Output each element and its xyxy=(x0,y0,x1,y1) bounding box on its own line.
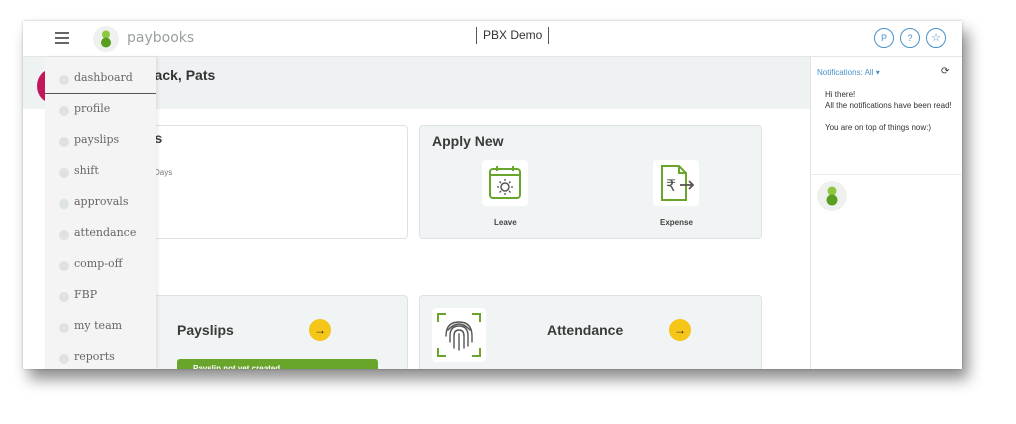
bullet-icon xyxy=(59,199,69,209)
sidebar-item-label: attendance xyxy=(74,226,137,239)
rupee-document-icon: ₹ xyxy=(661,165,695,201)
days-label: Days xyxy=(154,168,173,177)
bullet-icon xyxy=(59,354,69,364)
attendance-arrow-button[interactable]: → xyxy=(669,319,691,341)
notifications-label: Notifications: xyxy=(817,68,863,77)
app-window: paybooks PBX Demo P ? ☆ back, Pats ns Da… xyxy=(23,21,962,369)
all-read-text: All the notifications have been read! xyxy=(825,101,952,110)
sidebar-item-reports[interactable]: reports xyxy=(45,342,156,369)
attendance-tile[interactable] xyxy=(432,308,486,362)
greeting-text: Hi there! xyxy=(825,90,856,99)
paybooks-logo-icon xyxy=(93,26,119,52)
payslips-arrow-button[interactable]: → xyxy=(309,319,331,341)
attendance-card: Attendance → xyxy=(419,295,762,369)
paybooks-logo-icon xyxy=(817,181,847,211)
divider xyxy=(811,174,962,175)
apply-new-card: Apply New Leave ₹ Expense xyxy=(419,125,762,239)
sidebar-item-payslips[interactable]: payslips xyxy=(45,125,156,156)
sidebar-item-dashboard[interactable]: dashboard xyxy=(45,63,156,94)
sidebar-item-profile[interactable]: profile xyxy=(45,94,156,125)
notifications-panel: Notifications: All ▾ ⟳ Hi there! All the… xyxy=(810,57,962,369)
apply-new-title: Apply New xyxy=(432,133,504,149)
sidebar: dashboard profile payslips shift approva… xyxy=(45,57,156,369)
menu-icon[interactable] xyxy=(55,32,69,44)
sidebar-item-my-team[interactable]: my team xyxy=(45,311,156,342)
brand-name: paybooks xyxy=(127,30,195,46)
expense-label[interactable]: Expense xyxy=(660,218,693,227)
caret-down-icon: ▾ xyxy=(875,68,880,77)
payslips-title: Payslips xyxy=(177,322,234,338)
bullet-icon xyxy=(59,323,69,333)
sidebar-item-label: comp-off xyxy=(74,257,123,270)
calendar-sun-icon xyxy=(489,166,521,199)
leave-label[interactable]: Leave xyxy=(494,218,517,227)
profile-initial-icon[interactable]: P xyxy=(874,28,894,48)
svg-text:₹: ₹ xyxy=(666,176,676,195)
sidebar-item-fbp[interactable]: FBP xyxy=(45,280,156,311)
bullet-icon xyxy=(59,137,69,147)
sidebar-item-approvals[interactable]: approvals xyxy=(45,187,156,218)
notifications-filter-value: All xyxy=(864,68,874,77)
sidebar-item-attendance[interactable]: attendance xyxy=(45,218,156,249)
notifications-message: Hi there! All the notifications have bee… xyxy=(825,89,955,133)
sidebar-item-comp-off[interactable]: comp-off xyxy=(45,249,156,280)
fingerprint-icon xyxy=(437,313,481,357)
refresh-icon[interactable]: ⟳ xyxy=(941,66,949,77)
notifications-header: Notifications: All ▾ xyxy=(817,68,880,77)
company-name: PBX Demo xyxy=(476,27,550,44)
star-icon[interactable]: ☆ xyxy=(926,28,946,48)
sidebar-item-label: dashboard xyxy=(74,71,133,84)
leave-tile[interactable] xyxy=(482,160,528,206)
on-top-text: You are on top of things now:) xyxy=(825,123,931,132)
notifications-filter-dropdown[interactable]: All ▾ xyxy=(865,68,880,77)
top-bar: paybooks PBX Demo P ? ☆ xyxy=(23,21,962,57)
sidebar-item-label: reports xyxy=(74,350,115,363)
expense-tile[interactable]: ₹ xyxy=(653,160,699,206)
summary-card: ns Days xyxy=(123,125,408,239)
payslip-status-badge: Payslip not yet created xyxy=(177,359,378,369)
welcome-text: back, Pats xyxy=(146,67,216,83)
sidebar-item-label: profile xyxy=(74,102,111,115)
help-icon[interactable]: ? xyxy=(900,28,920,48)
bullet-icon xyxy=(59,75,69,85)
sidebar-item-label: FBP xyxy=(74,288,98,301)
sidebar-item-label: shift xyxy=(74,164,99,177)
attendance-title: Attendance xyxy=(547,322,624,338)
bullet-icon xyxy=(59,261,69,271)
payslips-card: Payslips → Payslip not yet created xyxy=(123,295,408,369)
bullet-icon xyxy=(59,230,69,240)
bullet-icon xyxy=(59,106,69,116)
sidebar-item-label: approvals xyxy=(74,195,129,208)
sidebar-item-shift[interactable]: shift xyxy=(45,156,156,187)
bullet-icon xyxy=(59,292,69,302)
bullet-icon xyxy=(59,168,69,178)
sidebar-item-label: payslips xyxy=(74,133,120,146)
sidebar-item-label: my team xyxy=(74,319,123,332)
